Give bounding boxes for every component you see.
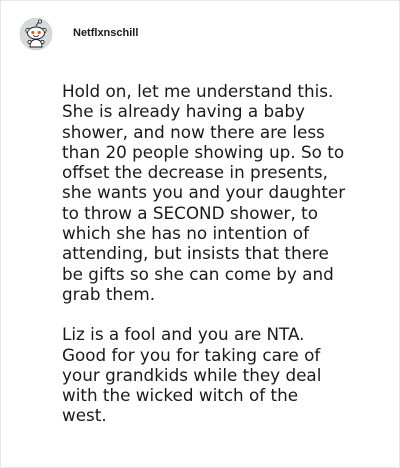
username[interactable]: Netflxnschill: [73, 27, 138, 39]
comment-paragraph: Hold on, let me understand this. She is …: [62, 81, 346, 304]
comment-card: Netflxnschill Hold on, let me understand…: [0, 0, 400, 468]
comment-paragraph: Liz is a fool and you are NTA. Good for …: [62, 324, 322, 426]
comment-header: Netflxnschill: [19, 17, 138, 51]
reddit-snoo-avatar-icon[interactable]: [19, 17, 53, 51]
comment-body: Hold on, let me understand this. She is …: [62, 81, 392, 446]
